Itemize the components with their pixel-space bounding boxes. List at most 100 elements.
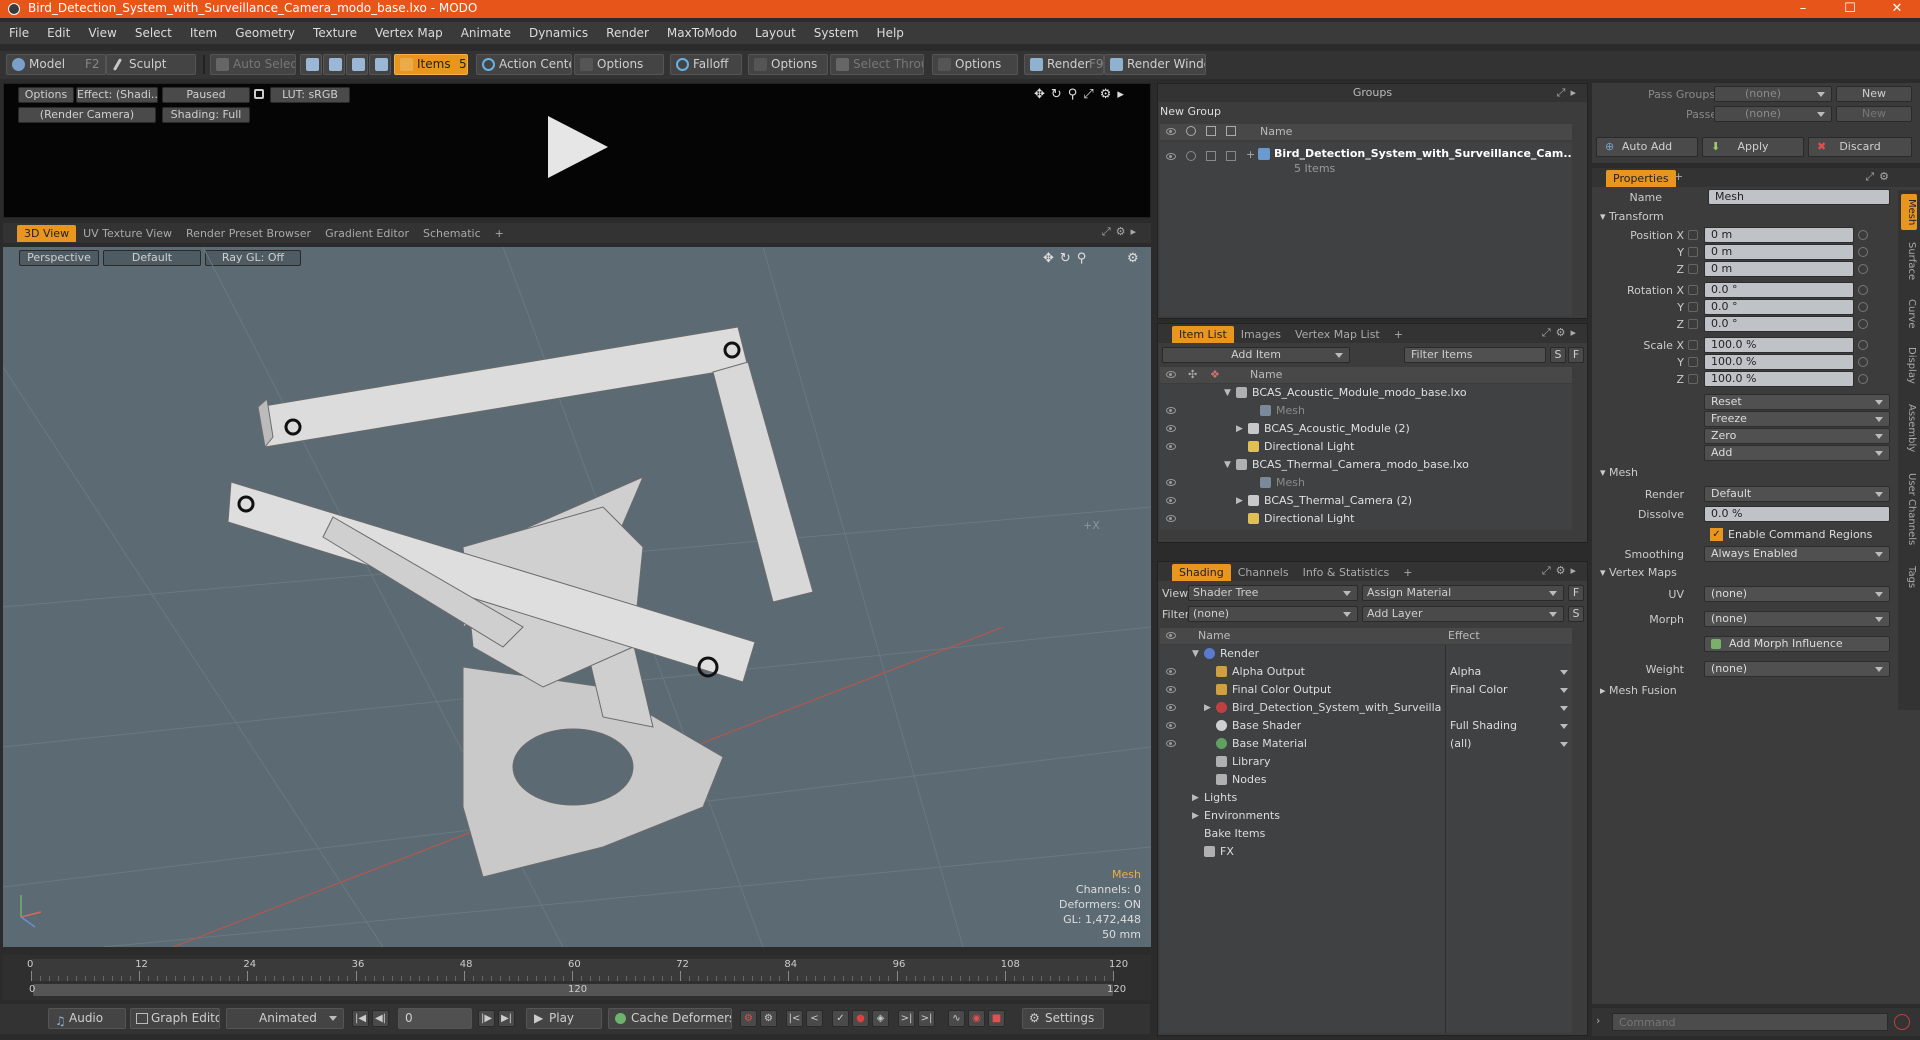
menu-layout[interactable]: Layout bbox=[746, 22, 805, 44]
preview-options-button[interactable]: Options bbox=[18, 87, 74, 103]
set-key-icon[interactable]: ✓ bbox=[832, 1010, 849, 1027]
last-key-button[interactable]: >| bbox=[918, 1010, 935, 1027]
shader-tree-list[interactable]: ▼ Render Alpha Output Alpha Final Color Outp… bbox=[1160, 645, 1572, 1033]
side-tab-mesh[interactable]: Mesh bbox=[1901, 194, 1917, 230]
menu-view[interactable]: View bbox=[79, 22, 125, 44]
key-button[interactable]: < bbox=[806, 1010, 823, 1027]
go-to-start-button[interactable]: |◀ bbox=[352, 1010, 369, 1027]
channel-animate-icon[interactable] bbox=[1858, 319, 1868, 329]
collapse-icon[interactable]: ▼ bbox=[1224, 456, 1231, 474]
render-window-button[interactable]: Render Window bbox=[1104, 54, 1206, 75]
action-center-button[interactable]: Action Center bbox=[476, 54, 572, 75]
channel-animate-icon[interactable] bbox=[1858, 374, 1868, 384]
add-tab-button[interactable]: + bbox=[1674, 170, 1683, 183]
view-tab-gradient-editor[interactable]: Gradient Editor bbox=[318, 225, 416, 242]
position-x-field[interactable]: 0 m bbox=[1704, 227, 1854, 243]
group-lock-toggle[interactable] bbox=[1206, 151, 1216, 161]
channel-animate-icon[interactable] bbox=[1858, 357, 1868, 367]
reset-menu[interactable]: Reset bbox=[1704, 394, 1890, 410]
channel-animate-icon[interactable] bbox=[1858, 247, 1868, 257]
new-group-button[interactable]: New Group bbox=[1160, 105, 1221, 118]
lut-dropdown[interactable]: LUT: sRGB bbox=[270, 87, 350, 103]
view-tab-[interactable]: + bbox=[488, 225, 511, 242]
menu-texture[interactable]: Texture bbox=[304, 22, 366, 44]
transform-section[interactable]: ▾ Transform bbox=[1600, 210, 1664, 223]
items-mode-button[interactable]: Items 5 bbox=[394, 54, 468, 75]
view-panel-controls[interactable]: ⤢⚙▸ bbox=[1102, 225, 1141, 239]
side-tab-display[interactable]: Display bbox=[1901, 338, 1917, 393]
channel-animate-icon[interactable] bbox=[1858, 285, 1868, 295]
perspective-dropdown[interactable]: Perspective bbox=[19, 250, 99, 266]
preview-camera-dropdown[interactable]: (Render Camera) bbox=[18, 107, 156, 123]
effect-dropdown-arrow[interactable] bbox=[1560, 724, 1568, 729]
visibility-icon[interactable] bbox=[1166, 425, 1176, 432]
itemlist-tab-vertex-map-list[interactable]: Vertex Map List bbox=[1288, 326, 1387, 343]
filter-f-button[interactable]: F bbox=[1568, 347, 1584, 363]
visibility-icon[interactable] bbox=[1166, 497, 1176, 504]
expand-icon[interactable]: ▶ bbox=[1236, 420, 1243, 438]
scale-z-field[interactable]: 100.0 % bbox=[1704, 371, 1854, 387]
viewport-settings-icon[interactable]: ⚙ bbox=[1127, 251, 1139, 266]
channel-animate-icon[interactable] bbox=[1858, 264, 1868, 274]
shader-effect-value[interactable]: Full Shading bbox=[1450, 717, 1517, 735]
menu-render[interactable]: Render bbox=[597, 22, 658, 44]
menu-geometry[interactable]: Geometry bbox=[226, 22, 304, 44]
shader-tree-row[interactable]: ▼ Render bbox=[1160, 645, 1572, 663]
group-select-toggle[interactable] bbox=[1226, 151, 1236, 161]
render-dropdown[interactable]: Default bbox=[1704, 486, 1890, 502]
effect-dropdown-arrow[interactable] bbox=[1560, 670, 1568, 675]
visibility-icon[interactable] bbox=[1166, 740, 1176, 747]
item-list-row[interactable]: Mesh bbox=[1160, 402, 1572, 420]
render-button[interactable]: Render F9 bbox=[1024, 54, 1104, 75]
shading-filter-dropdown[interactable]: (none) bbox=[1188, 606, 1358, 622]
shading-style-dropdown[interactable]: Default bbox=[103, 250, 201, 266]
zero-menu[interactable]: Zero bbox=[1704, 428, 1890, 444]
menu-dynamics[interactable]: Dynamics bbox=[520, 22, 597, 44]
rotation-z-field[interactable]: 0.0 ° bbox=[1704, 316, 1854, 332]
vertex-maps-section[interactable]: ▾ Vertex Maps bbox=[1600, 566, 1677, 579]
key-selected-icon[interactable]: ◈ bbox=[872, 1010, 889, 1027]
item-list-controls[interactable]: ⤢⚙▸ bbox=[1542, 326, 1581, 340]
side-tab-tags[interactable]: Tags bbox=[1901, 560, 1917, 596]
scale-y-field[interactable]: 100.0 % bbox=[1704, 354, 1854, 370]
channel-animate-icon[interactable] bbox=[1858, 302, 1868, 312]
itemlist-tab-item-list[interactable]: Item List bbox=[1172, 326, 1234, 343]
select-through-options-button[interactable]: Options bbox=[932, 54, 1018, 75]
key-toggle-icon[interactable] bbox=[1688, 285, 1698, 295]
preview-effect-dropdown[interactable]: Effect: (Shadi... bbox=[76, 87, 158, 103]
maximize-button[interactable]: ☐ bbox=[1827, 0, 1873, 18]
side-tab-curve[interactable]: Curve bbox=[1901, 292, 1917, 334]
command-expand-icon[interactable]: › bbox=[1596, 1014, 1600, 1027]
key-toggle-icon[interactable] bbox=[1688, 230, 1698, 240]
key-toggle-icon[interactable] bbox=[1688, 340, 1698, 350]
menu-select[interactable]: Select bbox=[126, 22, 181, 44]
channel-animate-icon[interactable] bbox=[1858, 340, 1868, 350]
passes-dropdown[interactable]: (none) bbox=[1714, 106, 1832, 122]
menu-maxtomodo[interactable]: MaxToModo bbox=[658, 22, 746, 44]
previous-frame-button[interactable]: ◀| bbox=[372, 1010, 389, 1027]
visibility-icon[interactable] bbox=[1166, 479, 1176, 486]
shader-tree-row[interactable]: ▶ Bird_Detection_System_with_Surveilla ..… bbox=[1160, 699, 1572, 717]
shader-tree-row[interactable]: Base Material (all) bbox=[1160, 735, 1572, 753]
mesh-section[interactable]: ▾ Mesh bbox=[1600, 466, 1638, 479]
menu-system[interactable]: System bbox=[805, 22, 868, 44]
play-preview-icon[interactable] bbox=[542, 112, 612, 182]
morph-dropdown[interactable]: (none) bbox=[1704, 611, 1890, 627]
preview-shading-dropdown[interactable]: Shading: Full bbox=[162, 107, 250, 123]
item-list-row[interactable]: ▶ BCAS_Acoustic_Module (2) bbox=[1160, 420, 1572, 438]
side-tab-user-channels[interactable]: User Channels bbox=[1901, 462, 1917, 555]
discard-button[interactable]: ✖ Discard bbox=[1808, 137, 1912, 157]
shader-effect-value[interactable]: Final Color bbox=[1450, 681, 1508, 699]
auto-add-button[interactable]: ⊕ Auto Add bbox=[1596, 137, 1698, 157]
key-toggle-icon[interactable] bbox=[1688, 319, 1698, 329]
shader-tree-row[interactable]: ▶ Environments bbox=[1160, 807, 1572, 825]
groups-list[interactable]: + Bird_Detection_System_with_Surveillanc… bbox=[1160, 142, 1572, 316]
enable-command-regions-checkbox[interactable]: ✓ bbox=[1710, 528, 1723, 541]
side-tab-surface[interactable]: Surface bbox=[1901, 234, 1917, 289]
sculpt-mode-button[interactable]: Sculpt bbox=[106, 54, 196, 75]
group-visibility-icon[interactable] bbox=[1166, 153, 1176, 160]
graph-editor-button[interactable]: Graph Editor bbox=[130, 1008, 220, 1029]
shading-f-button[interactable]: F bbox=[1568, 585, 1584, 601]
falloff-button[interactable]: Falloff bbox=[670, 54, 742, 75]
falloff-options-button[interactable]: Options bbox=[748, 54, 828, 75]
